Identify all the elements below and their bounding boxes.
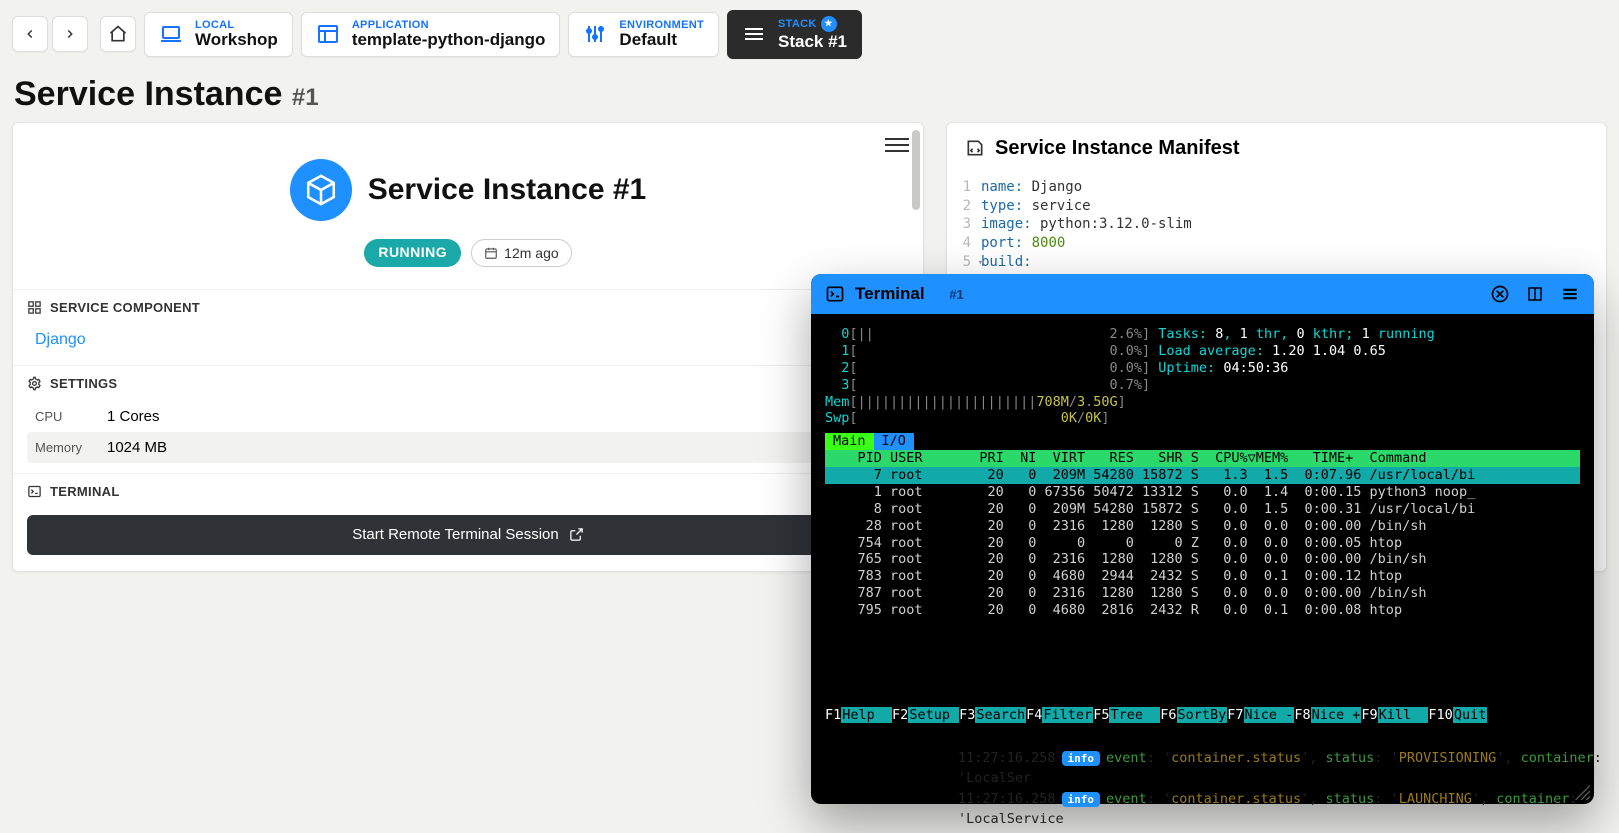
terminal-titlebar[interactable]: Terminal #1 [811,274,1594,314]
breadcrumb-local[interactable]: LOCAL Workshop [144,12,293,57]
chevron-left-icon [23,27,37,41]
back-button[interactable] [12,16,48,52]
age-badge: 12m ago [471,239,571,267]
section-terminal: TERMINAL [13,473,923,505]
menu-icon[interactable] [1560,284,1580,304]
external-link-icon [569,527,584,542]
maximize-icon[interactable] [1526,285,1544,303]
breadcrumb-value: Default [619,31,704,50]
start-terminal-button[interactable]: Start Remote Terminal Session [27,515,909,555]
terminal-icon [27,484,42,499]
code-file-icon [965,138,985,158]
service-icon [290,159,352,221]
calendar-icon [484,246,498,260]
status-badge: RUNNING [364,239,461,267]
sliders-icon [583,22,607,46]
laptop-icon [159,22,183,46]
section-settings: SETTINGS [13,365,923,397]
breadcrumb-environment[interactable]: ENVIRONMENT Default [568,12,719,57]
setting-row-memory: Memory 1024 MB [27,432,909,463]
nav-buttons [12,16,88,52]
app-window-icon [316,22,340,46]
cube-icon [304,173,338,207]
breadcrumb-value: Stack #1 [778,33,847,52]
home-button[interactable] [100,16,136,52]
service-instance-card: Service Instance #1 RUNNING 12m ago SERV… [12,122,924,572]
terminal-window: Terminal #1 0[|| 2.6%] Tasks: 8, 1 thr, … [811,274,1594,804]
top-toolbar: LOCAL Workshop APPLICATION template-pyth… [0,0,1619,69]
section-service-component: SERVICE COMPONENT [13,289,923,321]
breadcrumb-application[interactable]: APPLICATION template-python-django [301,12,561,57]
stack-icon [742,22,766,46]
close-icon[interactable] [1490,284,1510,304]
breadcrumb-label: STACK★ [778,17,847,33]
breadcrumb-value: Workshop [195,31,278,50]
forward-button[interactable] [52,16,88,52]
page-title: Service Instance #1 [0,69,1619,122]
service-name: Service Instance #1 [368,173,647,207]
scrollbar[interactable] [912,130,920,210]
home-icon [108,24,128,44]
gear-icon [27,376,42,391]
setting-row-cpu: CPU 1 Cores [27,401,909,432]
breadcrumb-stack[interactable]: STACK★ Stack #1 [727,10,862,59]
log-output: 11:27:16.258infoevent: 'container.status… [958,748,1619,829]
card-menu-button[interactable] [885,133,909,157]
terminal-icon [825,284,845,304]
terminal-body[interactable]: 0[|| 2.6%] Tasks: 8, 1 thr, 0 kthr; 1 ru… [811,314,1594,804]
component-link-django[interactable]: Django [27,325,94,355]
grid-icon [27,300,42,315]
breadcrumb-value: template-python-django [352,31,546,50]
chevron-right-icon [63,27,77,41]
star-icon: ★ [821,16,837,32]
manifest-heading: Service Instance Manifest [947,123,1606,174]
